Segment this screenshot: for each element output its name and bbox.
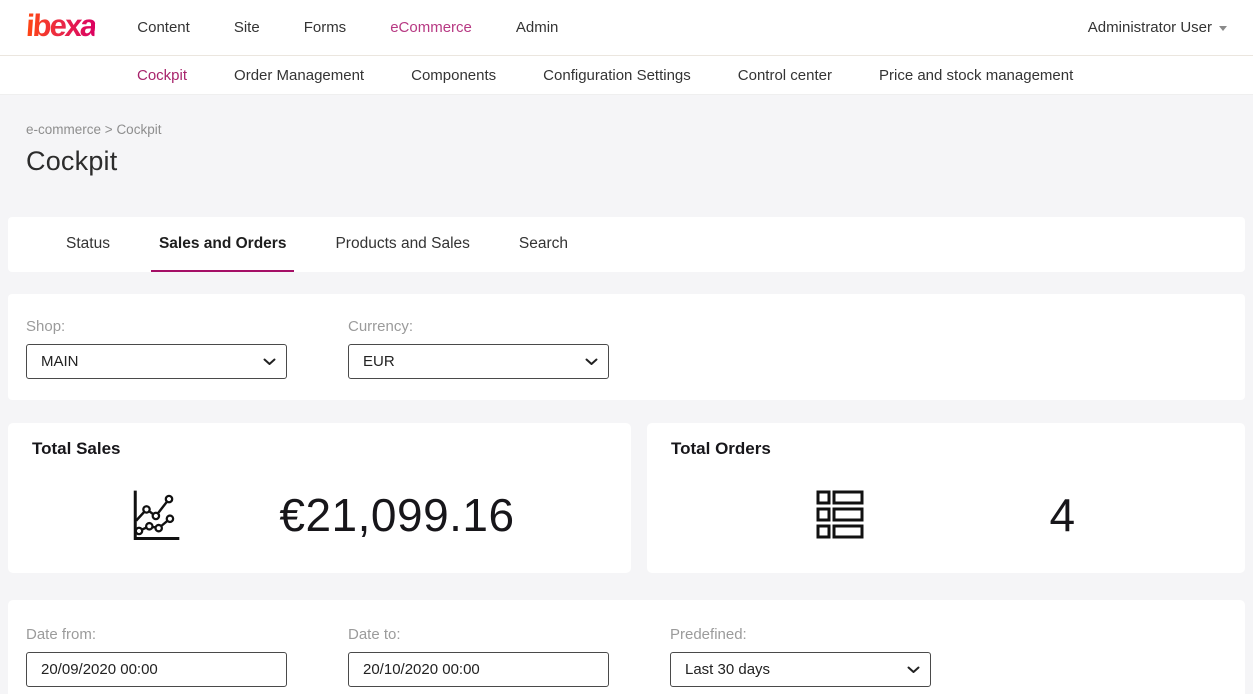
currency-label: Currency: bbox=[348, 318, 609, 335]
breadcrumb-separator: > bbox=[105, 122, 113, 137]
ecommerce-subnav: Cockpit Order Management Components Conf… bbox=[0, 56, 1253, 95]
page-title: Cockpit bbox=[26, 146, 1253, 177]
subnav-item-components[interactable]: Components bbox=[411, 67, 496, 84]
shop-label: Shop: bbox=[26, 318, 287, 335]
order-list-icon bbox=[816, 487, 864, 543]
tab-products-and-sales[interactable]: Products and Sales bbox=[327, 217, 477, 272]
date-filter-panel: Date from: Date to: Predefined: Last 30 … bbox=[8, 600, 1245, 694]
total-orders-title: Total Orders bbox=[671, 439, 1221, 459]
tab-status[interactable]: Status bbox=[58, 217, 118, 272]
nav-item-admin[interactable]: Admin bbox=[516, 19, 559, 36]
subnav-item-control-center[interactable]: Control center bbox=[738, 67, 832, 84]
subnav-item-order-management[interactable]: Order Management bbox=[234, 67, 364, 84]
nav-item-site[interactable]: Site bbox=[234, 19, 260, 36]
currency-field: Currency: EUR bbox=[348, 318, 609, 379]
date-from-input[interactable] bbox=[26, 652, 287, 687]
stats-row: Total Sales €21 bbox=[8, 423, 1245, 573]
ibexa-logo[interactable]: ibexa bbox=[25, 10, 97, 45]
total-orders-value: 4 bbox=[1049, 488, 1075, 542]
total-sales-title: Total Sales bbox=[32, 439, 607, 459]
nav-item-forms[interactable]: Forms bbox=[304, 19, 347, 36]
line-chart-icon bbox=[124, 485, 184, 545]
date-to-label: Date to: bbox=[348, 626, 609, 643]
shop-select-wrap: MAIN bbox=[26, 344, 287, 379]
subnav-item-price-stock-management[interactable]: Price and stock management bbox=[879, 67, 1073, 84]
breadcrumb-parent[interactable]: e-commerce bbox=[26, 122, 101, 137]
shop-field: Shop: MAIN bbox=[26, 318, 287, 379]
tab-search[interactable]: Search bbox=[511, 217, 576, 272]
main-nav: Content Site Forms eCommerce Admin bbox=[137, 19, 558, 36]
shop-currency-filter-panel: Shop: MAIN Currency: EUR bbox=[8, 294, 1245, 400]
currency-select-wrap: EUR bbox=[348, 344, 609, 379]
predefined-field: Predefined: Last 30 days bbox=[670, 626, 931, 694]
nav-item-content[interactable]: Content bbox=[137, 19, 190, 36]
tab-sales-and-orders[interactable]: Sales and Orders bbox=[151, 217, 295, 272]
date-to-field: Date to: bbox=[348, 626, 609, 694]
total-sales-value: €21,099.16 bbox=[279, 488, 514, 542]
total-orders-card: Total Orders 4 bbox=[647, 423, 1245, 573]
user-menu[interactable]: Administrator User bbox=[1088, 19, 1227, 36]
date-from-label: Date from: bbox=[26, 626, 287, 643]
chevron-down-icon bbox=[1219, 26, 1227, 31]
total-sales-card: Total Sales €21 bbox=[8, 423, 631, 573]
total-orders-body: 4 bbox=[671, 467, 1221, 563]
subnav-item-configuration-settings[interactable]: Configuration Settings bbox=[543, 67, 691, 84]
predefined-select-wrap: Last 30 days bbox=[670, 652, 931, 687]
currency-select[interactable]: EUR bbox=[348, 344, 609, 379]
date-from-field: Date from: bbox=[26, 626, 287, 694]
user-menu-label: Administrator User bbox=[1088, 19, 1212, 36]
breadcrumb: e-commerce > Cockpit bbox=[26, 122, 1253, 137]
top-bar: ibexa Content Site Forms eCommerce Admin… bbox=[0, 0, 1253, 56]
nav-item-ecommerce[interactable]: eCommerce bbox=[390, 19, 472, 36]
shop-select[interactable]: MAIN bbox=[26, 344, 287, 379]
date-to-input[interactable] bbox=[348, 652, 609, 687]
predefined-select[interactable]: Last 30 days bbox=[670, 652, 931, 687]
subnav-item-cockpit[interactable]: Cockpit bbox=[137, 67, 187, 84]
breadcrumb-current: Cockpit bbox=[116, 122, 161, 137]
cockpit-tabbar: Status Sales and Orders Products and Sal… bbox=[8, 217, 1245, 272]
total-sales-body: €21,099.16 bbox=[32, 467, 607, 563]
main-content: Status Sales and Orders Products and Sal… bbox=[8, 217, 1245, 694]
predefined-label: Predefined: bbox=[670, 626, 931, 643]
